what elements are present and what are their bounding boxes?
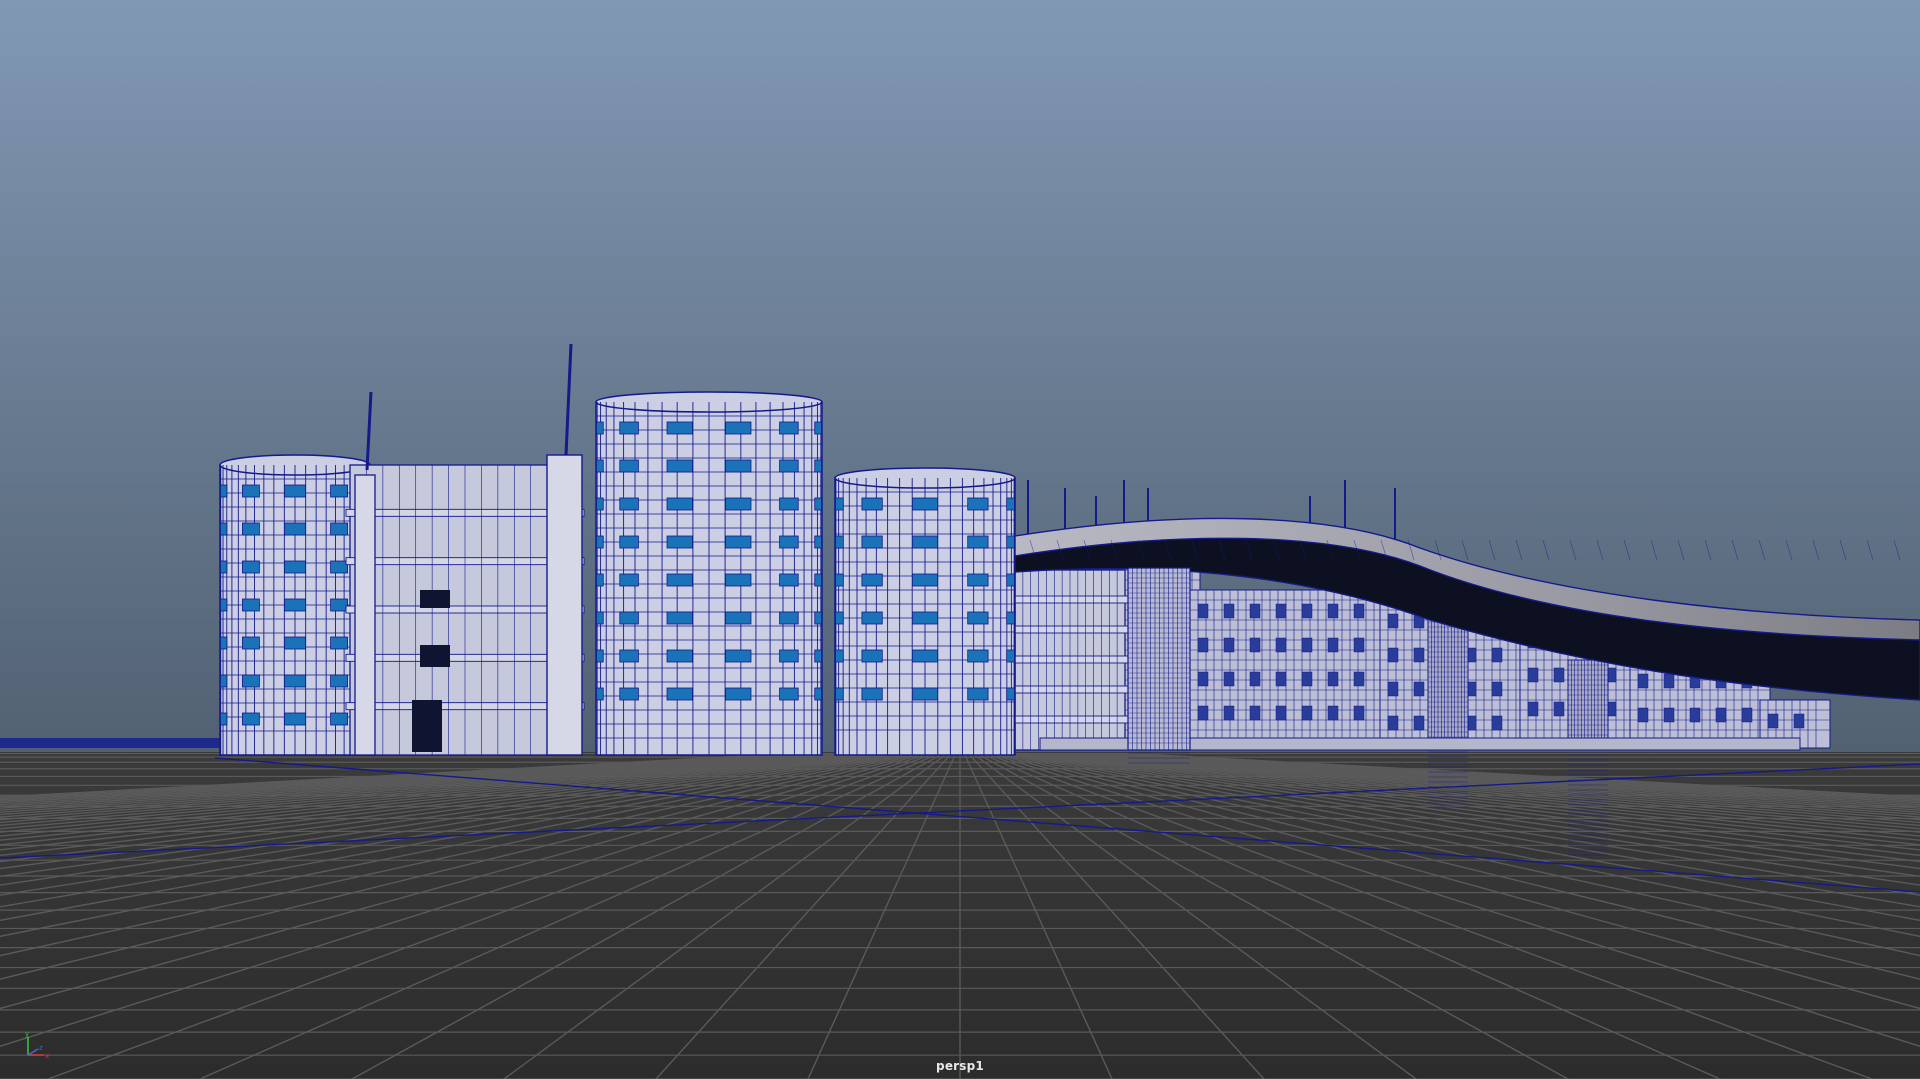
scene-canvas[interactable] [0,0,1920,1079]
axis-y-label: y [25,1030,29,1038]
office-block-right[interactable] [1010,569,1130,751]
camera-name-label: persp1 [936,1059,984,1073]
axis-gizmo-icon: y z x [25,1030,49,1060]
persp-viewport[interactable]: y z x persp1 [0,0,1920,1079]
cylinder-tower-center[interactable] [595,391,823,756]
cylinder-tower-right[interactable] [834,467,1016,756]
bridge-support-column[interactable] [1127,567,1191,751]
axis-z-label: z [39,1044,43,1052]
